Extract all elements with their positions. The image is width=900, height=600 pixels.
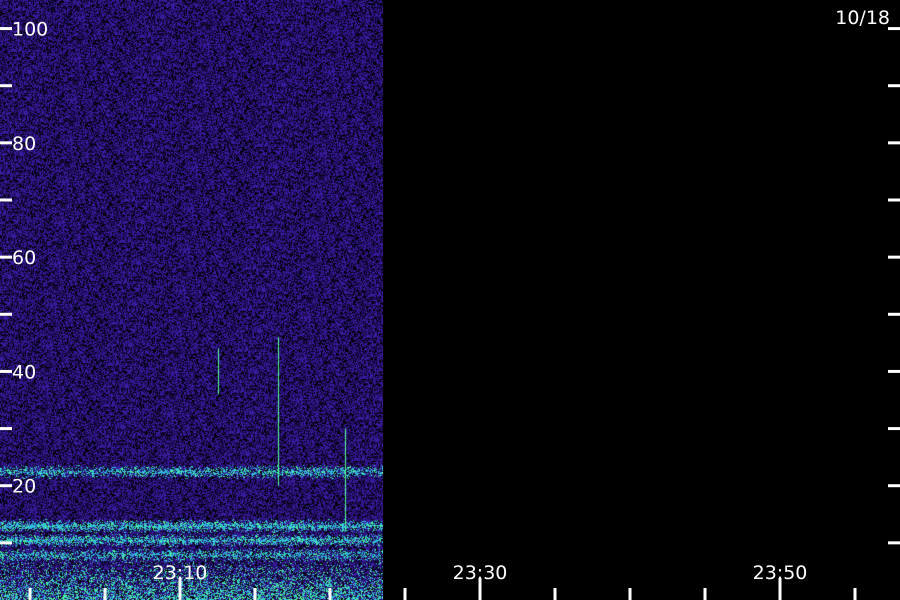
spectrogram-image (0, 0, 383, 600)
spectrogram-chart: 20 40 60 80 100 23:10 23:30 23:50 10/18 (0, 0, 900, 600)
y-tick-label: 20 (12, 476, 36, 498)
x-tick-label: 23:10 (153, 562, 208, 584)
x-tick-label: 23:50 (753, 562, 808, 584)
date-label: 10/18 (835, 7, 890, 29)
y-tick-label: 100 (12, 19, 48, 41)
x-tick-label: 23:30 (453, 562, 508, 584)
y-tick-label: 80 (12, 133, 36, 155)
y-tick-label: 40 (12, 361, 36, 383)
y-tick-label: 60 (12, 247, 36, 269)
